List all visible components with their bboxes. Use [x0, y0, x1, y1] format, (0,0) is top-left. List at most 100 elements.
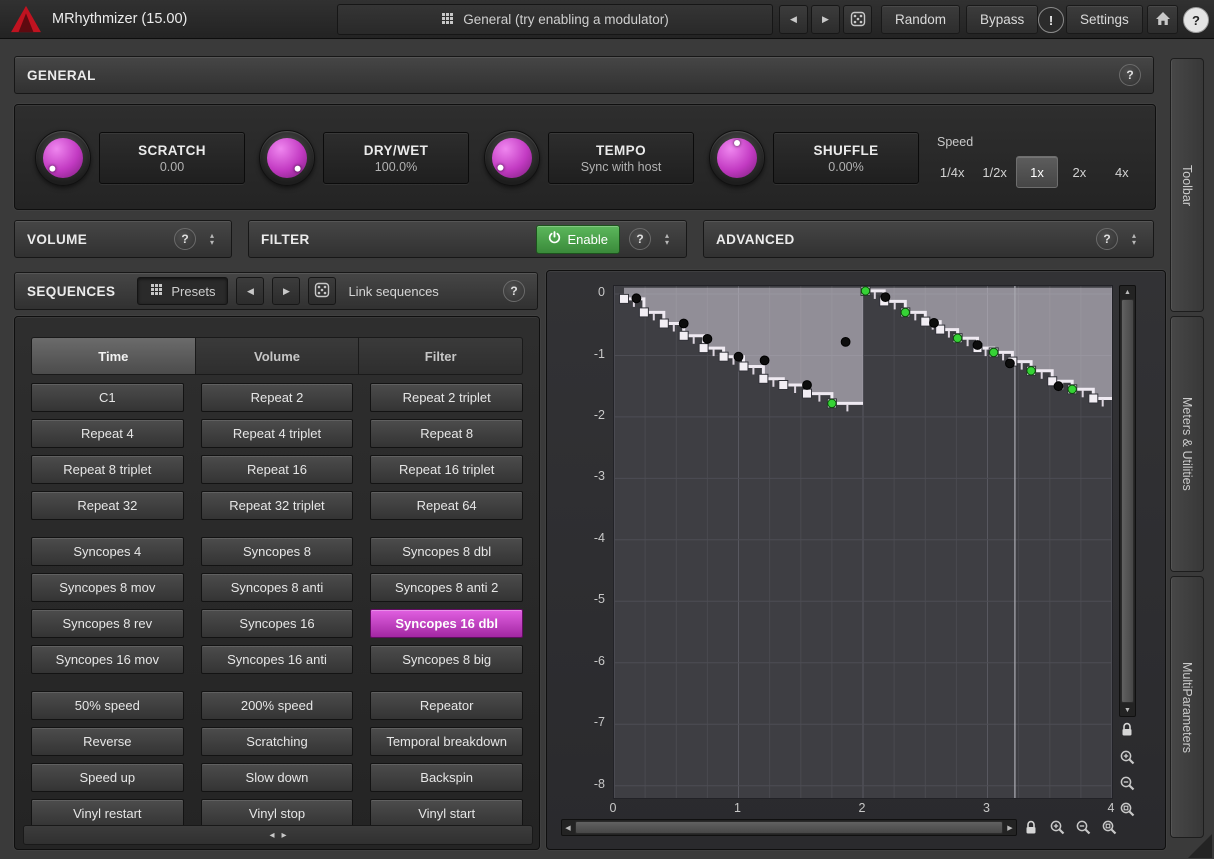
sequence-button[interactable]: Repeat 8 triplet — [31, 455, 184, 484]
volume-collapse-spinner[interactable]: ▴ ▾ — [205, 232, 219, 246]
advanced-help-icon[interactable]: ? — [1096, 228, 1118, 250]
sequences-random-button[interactable] — [308, 277, 336, 305]
sequence-button[interactable]: Syncopes 8 anti — [201, 573, 354, 602]
sequence-button[interactable]: Syncopes 16 anti — [201, 645, 354, 674]
sequence-button[interactable]: Repeat 4 triplet — [201, 419, 354, 448]
sequence-button[interactable]: Syncopes 4 — [31, 537, 184, 566]
filter-help-icon[interactable]: ? — [629, 228, 651, 250]
sequence-button[interactable]: Syncopes 8 big — [370, 645, 523, 674]
sequence-button[interactable]: Repeat 16 triplet — [370, 455, 523, 484]
sequence-button[interactable]: Repeator — [370, 691, 523, 720]
tempo-knob[interactable] — [484, 130, 540, 186]
sequences-next-button[interactable]: ▶ — [272, 277, 300, 305]
sequence-button[interactable]: Syncopes 8 mov — [31, 573, 184, 602]
sequence-button[interactable]: Repeat 32 triplet — [201, 491, 354, 520]
sequence-button[interactable]: Syncopes 8 anti 2 — [370, 573, 523, 602]
bypass-button[interactable]: Bypass — [966, 5, 1038, 34]
zoom-in-y-icon[interactable] — [1117, 747, 1137, 767]
tab-volume[interactable]: Volume — [196, 337, 360, 375]
advanced-collapse-spinner[interactable]: ▴ ▾ — [1127, 232, 1141, 246]
zoom-in-x-icon[interactable] — [1047, 817, 1067, 837]
sequences-prev-button[interactable]: ◀ — [236, 277, 264, 305]
sequence-button[interactable]: Vinyl start — [370, 799, 523, 828]
envelope-plot-area[interactable] — [613, 285, 1113, 799]
sequence-button[interactable]: Repeat 8 — [370, 419, 523, 448]
scroll-right-icon[interactable]: ▸ — [282, 830, 287, 841]
sequence-button[interactable]: Repeat 32 — [31, 491, 184, 520]
sequences-help-icon[interactable]: ? — [503, 280, 525, 302]
sequence-button[interactable]: Repeat 16 — [201, 455, 354, 484]
speed-option-4x[interactable]: 4x — [1101, 156, 1143, 188]
sequence-button[interactable]: Syncopes 8 dbl — [370, 537, 523, 566]
sequence-button[interactable]: 200% speed — [201, 691, 354, 720]
speed-option-1/4x[interactable]: 1/4x — [931, 156, 973, 188]
filter-collapse-spinner[interactable]: ▴ ▾ — [660, 232, 674, 246]
shuffle-value-display[interactable]: SHUFFLE 0.00% — [773, 132, 919, 184]
sequence-button[interactable]: C1 — [31, 383, 184, 412]
scratch-value-display[interactable]: SCRATCH 0.00 — [99, 132, 245, 184]
volume-section-bar[interactable]: VOLUME ? ▴ ▾ — [14, 220, 232, 258]
filter-enable-button[interactable]: Enable — [536, 225, 620, 254]
sequence-button[interactable]: Syncopes 16 dbl — [370, 609, 523, 638]
scroll-up-icon[interactable]: ▲ — [1120, 286, 1135, 298]
h-scroll-thumb[interactable] — [575, 821, 1003, 834]
speed-option-1/2x[interactable]: 1/2x — [973, 156, 1015, 188]
home-button[interactable] — [1147, 5, 1178, 34]
sequence-button[interactable]: Repeat 4 — [31, 419, 184, 448]
scroll-left-icon[interactable]: ◀ — [562, 820, 574, 835]
scroll-down-icon[interactable]: ▼ — [1120, 704, 1135, 716]
next-preset-button[interactable]: ▶ — [811, 5, 840, 34]
sequence-envelope-chart[interactable] — [614, 286, 1112, 798]
drywet-knob[interactable] — [259, 130, 315, 186]
advanced-section-bar[interactable]: ADVANCED ? ▴ ▾ — [703, 220, 1154, 258]
sequence-button[interactable]: Scratching — [201, 727, 354, 756]
lock-y-icon[interactable] — [1117, 719, 1137, 739]
sequences-presets-button[interactable]: Presets — [137, 277, 228, 305]
zoom-out-y-icon[interactable] — [1117, 773, 1137, 793]
sequence-button[interactable]: Syncopes 16 — [201, 609, 354, 638]
filter-section-bar[interactable]: FILTER Enable ? ▴ ▾ — [248, 220, 687, 258]
scratch-knob[interactable] — [35, 130, 91, 186]
random-button[interactable]: Random — [881, 5, 960, 34]
sequence-button[interactable]: Temporal breakdown — [370, 727, 523, 756]
link-sequences-button[interactable]: Link sequences — [344, 284, 442, 299]
graph-horizontal-scrollbar[interactable]: ◀ ▶ — [561, 819, 1017, 836]
sidebar-tab-meters-utilities[interactable]: Meters & Utilities — [1170, 316, 1204, 572]
general-help-icon[interactable]: ? — [1119, 64, 1141, 86]
v-scroll-thumb[interactable] — [1121, 299, 1134, 703]
volume-help-icon[interactable]: ? — [174, 228, 196, 250]
sequence-button[interactable]: Syncopes 16 mov — [31, 645, 184, 674]
scroll-left-icon[interactable]: ◂ — [269, 830, 274, 841]
tab-time[interactable]: Time — [31, 337, 196, 375]
sequence-button[interactable]: Vinyl restart — [31, 799, 184, 828]
help-icon[interactable]: ? — [1183, 7, 1209, 33]
sidebar-tab-toolbar[interactable]: Toolbar — [1170, 58, 1204, 312]
tempo-value-display[interactable]: TEMPO Sync with host — [548, 132, 694, 184]
alert-icon[interactable]: ! — [1038, 7, 1064, 33]
sequence-button[interactable]: Repeat 64 — [370, 491, 523, 520]
sidebar-tab-multiparameters[interactable]: MultiParameters — [1170, 576, 1204, 838]
lock-x-icon[interactable] — [1021, 817, 1041, 837]
scroll-right-icon[interactable]: ▶ — [1004, 820, 1016, 835]
zoom-fit-x-icon[interactable] — [1099, 817, 1119, 837]
resize-handle[interactable] — [1188, 834, 1212, 858]
general-section-bar[interactable]: GENERAL ? — [14, 56, 1154, 94]
sequence-button[interactable]: Speed up — [31, 763, 184, 792]
sequence-button[interactable]: Repeat 2 triplet — [370, 383, 523, 412]
sequence-button[interactable]: Repeat 2 — [201, 383, 354, 412]
zoom-out-x-icon[interactable] — [1073, 817, 1093, 837]
sequence-button[interactable]: Backspin — [370, 763, 523, 792]
sequence-button[interactable]: Slow down — [201, 763, 354, 792]
settings-button[interactable]: Settings — [1066, 5, 1143, 34]
drywet-value-display[interactable]: DRY/WET 100.0% — [323, 132, 469, 184]
sequence-button[interactable]: Vinyl stop — [201, 799, 354, 828]
sequence-button[interactable]: Syncopes 8 rev — [31, 609, 184, 638]
previous-preset-button[interactable]: ◀ — [779, 5, 808, 34]
sequence-button[interactable]: Syncopes 8 — [201, 537, 354, 566]
zoom-fit-y-icon[interactable] — [1117, 799, 1137, 819]
speed-option-1x[interactable]: 1x — [1016, 156, 1058, 188]
preset-selector-button[interactable]: General (try enabling a modulator) — [337, 4, 773, 35]
sequence-button[interactable]: Reverse — [31, 727, 184, 756]
sequence-button[interactable]: 50% speed — [31, 691, 184, 720]
shuffle-knob[interactable] — [709, 130, 765, 186]
